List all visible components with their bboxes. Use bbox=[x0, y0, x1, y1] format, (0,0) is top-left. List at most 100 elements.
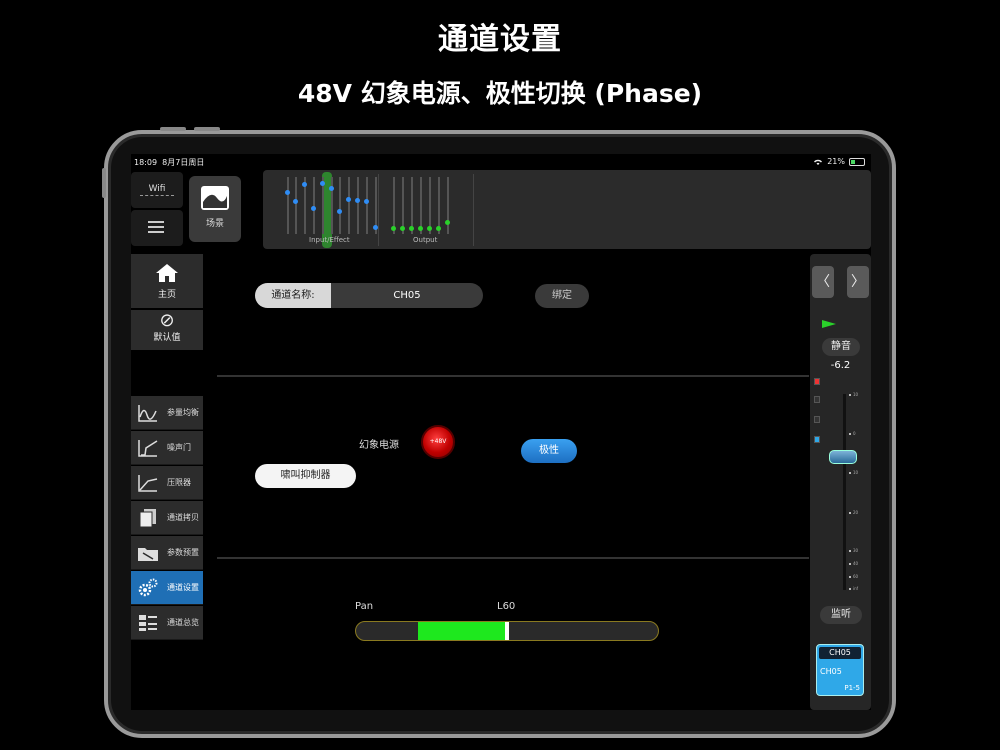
mini-fader bbox=[357, 177, 359, 234]
mini-fader-level bbox=[285, 190, 290, 195]
fader-scale-tick: 0 bbox=[849, 431, 856, 436]
mixer-overview-strip[interactable]: Input/Effect Output bbox=[263, 170, 871, 249]
wifi-signal-icon bbox=[140, 195, 174, 197]
section-divider bbox=[217, 375, 809, 377]
status-time: 18:09 8月7日周日 bbox=[134, 158, 205, 167]
sidebar-item-channel-copy[interactable]: 通道拷贝 bbox=[131, 501, 203, 535]
mini-fader-level bbox=[293, 199, 298, 204]
scene-label: 场景 bbox=[205, 219, 224, 229]
bind-button[interactable]: 绑定 bbox=[535, 284, 589, 308]
mini-fader-level bbox=[346, 197, 351, 202]
strip-divider bbox=[378, 174, 379, 246]
wifi-status-button[interactable]: Wifi bbox=[131, 172, 183, 208]
phantom-48v-button[interactable]: +48V bbox=[421, 425, 455, 459]
home-icon bbox=[156, 264, 178, 282]
fader-scale-tick: inf bbox=[848, 586, 859, 591]
overview-grid-icon bbox=[139, 615, 157, 631]
prev-channel-button[interactable]: 〈 bbox=[812, 266, 834, 298]
default-label: 默认值 bbox=[153, 333, 181, 343]
pan-slider[interactable] bbox=[355, 621, 659, 641]
mini-fader bbox=[348, 177, 350, 234]
channel-card-title: CH05 bbox=[819, 647, 861, 659]
battery-icon bbox=[849, 157, 865, 166]
channel-name-value[interactable]: CH05 bbox=[331, 283, 483, 308]
sidebar-item-preset[interactable]: 参数预置 bbox=[131, 536, 203, 570]
menu-button[interactable] bbox=[131, 210, 183, 246]
default-values-button[interactable]: ⊘ 默认值 bbox=[131, 310, 203, 350]
pan-value: L60 bbox=[497, 601, 516, 612]
compressor-icon bbox=[138, 475, 158, 492]
sidebar-item-overview[interactable]: 通道总览 bbox=[131, 606, 203, 640]
pan-fill bbox=[418, 622, 507, 640]
mini-fader-bank bbox=[263, 170, 473, 249]
mini-fader-level bbox=[320, 181, 325, 186]
fader-scale-tick: 10 bbox=[848, 470, 859, 475]
channel-card-slot: P1-5 bbox=[844, 684, 860, 692]
mini-fader-level bbox=[337, 209, 342, 214]
sidebar-item-noise-gate[interactable]: 噪声门 bbox=[131, 431, 203, 465]
channel-strip: 〈 〉 静音 -6.2 10 0 10 20 30 40 60 inf 监听 C… bbox=[810, 254, 871, 710]
fader-scale-tick: 60 bbox=[848, 574, 859, 579]
mini-fader-level bbox=[311, 206, 316, 211]
meter-segment bbox=[814, 396, 820, 403]
scene-icon bbox=[201, 186, 229, 210]
pan-handle[interactable] bbox=[505, 622, 509, 640]
mini-fader-level bbox=[364, 199, 369, 204]
battery-percent: 21% bbox=[827, 157, 845, 166]
clip-indicator bbox=[814, 378, 820, 385]
mini-fader-level bbox=[445, 220, 450, 225]
mini-fader bbox=[287, 177, 289, 234]
fader-scale-tick: 40 bbox=[848, 561, 859, 566]
preset-folder-icon bbox=[138, 548, 158, 561]
home-label: 主页 bbox=[157, 290, 176, 300]
mini-fader-level bbox=[302, 182, 307, 187]
feedback-suppressor-button[interactable]: 啸叫抑制器 bbox=[255, 464, 356, 488]
channel-name-field[interactable]: 通道名称: CH05 bbox=[255, 283, 483, 308]
mini-fader-level bbox=[355, 198, 360, 203]
home-button[interactable]: 主页 bbox=[131, 254, 203, 308]
scene-button[interactable]: 场景 bbox=[189, 176, 241, 242]
phantom-power-label: 幻象电源 bbox=[359, 440, 399, 451]
tablet-volume-button bbox=[194, 127, 220, 131]
mini-fader bbox=[366, 177, 368, 234]
fader-scale-tick: 30 bbox=[848, 548, 859, 553]
eq-curve-icon bbox=[138, 405, 157, 422]
sidebar-item-channel-settings[interactable]: 通道设置 bbox=[131, 571, 203, 605]
mini-fader-level bbox=[400, 226, 405, 231]
sidebar-item-eq[interactable]: 参量均衡 bbox=[131, 396, 203, 430]
mini-fader-level bbox=[427, 226, 432, 231]
gears-icon bbox=[138, 578, 158, 597]
tablet-volume-button bbox=[160, 127, 186, 131]
noise-gate-icon bbox=[138, 440, 158, 457]
fader-scale-tick: 20 bbox=[848, 510, 859, 515]
fader-handle[interactable] bbox=[829, 450, 857, 464]
meter-segment bbox=[814, 416, 820, 423]
page-heading: 通道设置 bbox=[438, 22, 562, 57]
mini-fader-level bbox=[391, 226, 396, 231]
wifi-label: Wifi bbox=[148, 184, 166, 194]
next-channel-button[interactable]: 〉 bbox=[847, 266, 869, 298]
mini-fader bbox=[339, 177, 341, 234]
monitor-button[interactable]: 监听 bbox=[820, 606, 862, 624]
page-subheading: 48V 幻象电源、极性切换 (Phase) bbox=[297, 79, 703, 108]
status-right: 21% bbox=[813, 157, 865, 166]
mini-fader bbox=[447, 177, 449, 234]
mini-fader-level bbox=[409, 226, 414, 231]
strip-divider bbox=[473, 174, 474, 246]
sidebar-item-compressor[interactable]: 压限器 bbox=[131, 466, 203, 500]
mute-button[interactable]: 静音 bbox=[822, 338, 860, 356]
channel-card[interactable]: CH05 CH05 P1-5 bbox=[816, 644, 864, 696]
meter-segment bbox=[814, 436, 820, 443]
status-bar: 18:09 8月7日周日 21% bbox=[131, 154, 871, 170]
input-effect-label: Input/Effect bbox=[309, 236, 350, 244]
mini-fader bbox=[295, 177, 297, 234]
channel-card-name: CH05 bbox=[820, 667, 842, 676]
play-icon bbox=[822, 320, 836, 328]
hamburger-icon bbox=[148, 221, 164, 233]
copy-icon bbox=[139, 509, 156, 528]
fader-track bbox=[843, 394, 846, 590]
channel-name-label: 通道名称: bbox=[255, 283, 331, 308]
polarity-button[interactable]: 极性 bbox=[521, 439, 577, 463]
mini-fader-level bbox=[418, 226, 423, 231]
fader-scale-tick: 10 bbox=[848, 392, 859, 397]
